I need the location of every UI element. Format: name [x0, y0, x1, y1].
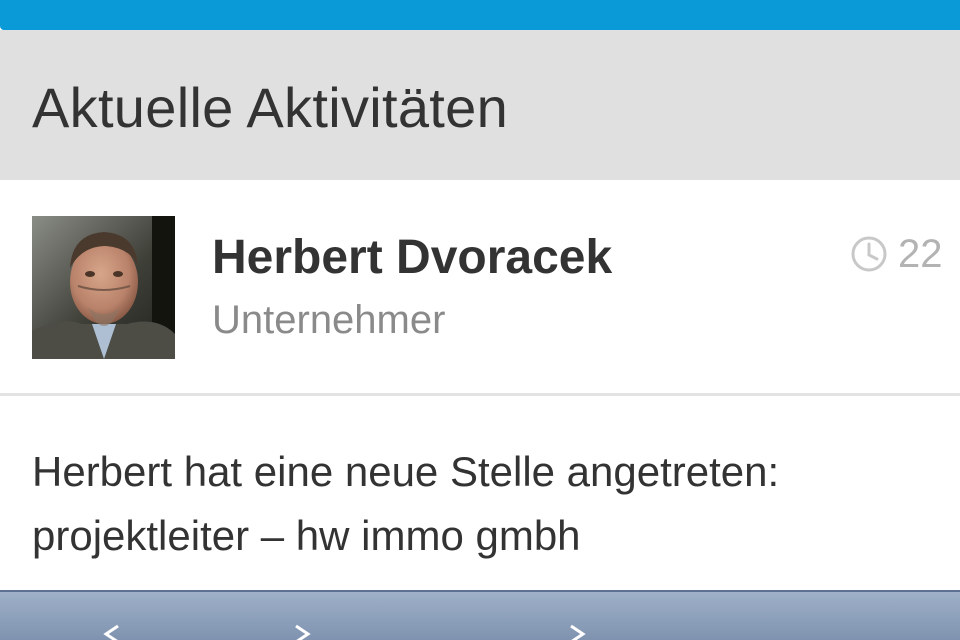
activity-text-line1: Herbert hat eine neue Stelle angetreten: — [32, 448, 780, 495]
app-screen: Aktuelle Aktivitäten Herbert Dvoracek Un… — [0, 0, 960, 640]
avatar-photo — [32, 216, 175, 359]
top-accent-bar — [0, 0, 960, 30]
timestamp-text: 22 — [898, 231, 943, 276]
bottom-toolbar — [0, 590, 960, 640]
author-name[interactable]: Herbert Dvoracek — [212, 230, 612, 285]
forward-arrow-icon[interactable] — [565, 622, 589, 640]
clock-icon — [851, 236, 887, 272]
avatar[interactable] — [32, 216, 175, 359]
author-title: Unternehmer — [212, 298, 446, 342]
timestamp: 22 — [850, 232, 943, 276]
share-icon[interactable] — [290, 622, 314, 640]
activity-text-line2: projektleiter – hw immo gmbh — [32, 512, 581, 559]
activity-text: Herbert hat eine neue Stelle angetreten:… — [32, 440, 932, 568]
profile-row[interactable]: Herbert Dvoracek Unternehmer 22 — [0, 180, 960, 396]
activity-card[interactable]: Herbert Dvoracek Unternehmer 22 Herbert … — [0, 180, 960, 590]
section-title: Aktuelle Aktivitäten — [32, 76, 509, 139]
back-arrow-icon[interactable] — [100, 622, 124, 640]
section-header: Aktuelle Aktivitäten — [0, 30, 960, 180]
